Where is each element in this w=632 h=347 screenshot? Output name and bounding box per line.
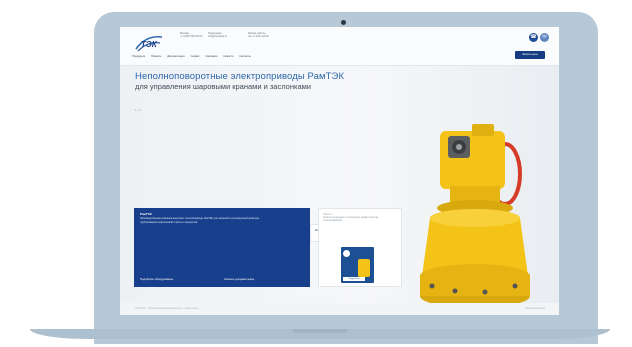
footer-links[interactable]: © РамТЭК · Политика конфиденциальности ·… [134, 307, 198, 310]
site-header: ТЭК Москва +7 (495) 000-00-00 Поддержка … [120, 27, 559, 66]
camera-dot [341, 20, 346, 25]
promo-button[interactable]: Подробнее [343, 277, 365, 281]
nav-item-service[interactable]: Сервис [191, 55, 200, 58]
hero-title: Неполноповоротные электроприводы РамТЭК [135, 71, 345, 82]
footer-credit[interactable]: Разработка сайта [525, 307, 545, 310]
nav-item-docs[interactable]: Документация [167, 55, 184, 58]
nav-item-contacts[interactable]: Контакты [239, 55, 250, 58]
header-icons: ☎ ✉ [529, 33, 549, 42]
nav-item-news[interactable]: Новости [223, 55, 233, 58]
contact-value[interactable]: info@ramteck.ru [208, 35, 248, 38]
site-footer: © РамТЭК · Политика конфиденциальности ·… [120, 303, 559, 315]
website-screen: ТЭК Москва +7 (495) 000-00-00 Поддержка … [120, 27, 559, 315]
info-text: Производственная компания выпускает элек… [140, 217, 260, 224]
select-equipment-link[interactable]: Подобрать оборудование [140, 278, 190, 282]
nav-item-projects[interactable]: Проекты [151, 55, 161, 58]
request-button[interactable]: Запрос цены [515, 51, 545, 59]
contact-block-support: Поддержка info@ramteck.ru [208, 32, 248, 39]
info-links: Подобрать оборудование Скачать документа… [140, 278, 274, 282]
info-heading: РамТЭК [140, 212, 152, 216]
slide-indicator[interactable]: 1 / 3 [135, 108, 141, 112]
nav-item-products[interactable]: Продукция [132, 55, 145, 58]
hero-subtitle: для управления шаровыми кранами и заслон… [135, 82, 311, 91]
download-docs-link[interactable]: Скачать документацию [224, 278, 274, 282]
actuator-product-image [420, 124, 530, 308]
laptop-base [30, 329, 610, 339]
ramtek-logo[interactable]: ТЭК [134, 33, 164, 53]
news-panel: Новости Каталог продукции и технические … [318, 208, 402, 287]
contact-value: пн–пт 9:00–18:00 [248, 35, 269, 39]
contact-block-hours: Режим работы пн–пт 9:00–18:00 [248, 32, 288, 39]
nav-item-company[interactable]: Компания [206, 55, 218, 58]
promo-product-image [358, 259, 370, 277]
svg-text:ТЭК: ТЭК [141, 40, 158, 49]
company-info-panel: РамТЭК Производственная компания выпуска… [134, 208, 310, 287]
promo-logo [343, 250, 350, 257]
news-text[interactable]: Каталог продукции и технические характер… [323, 216, 393, 223]
main-nav: Продукция Проекты Документация Сервис Ко… [132, 55, 251, 58]
promo-banner[interactable]: Подробнее [341, 247, 374, 283]
mail-icon[interactable]: ✉ [540, 33, 549, 42]
phone-icon[interactable]: ☎ [529, 33, 538, 42]
laptop-notch [292, 329, 348, 333]
